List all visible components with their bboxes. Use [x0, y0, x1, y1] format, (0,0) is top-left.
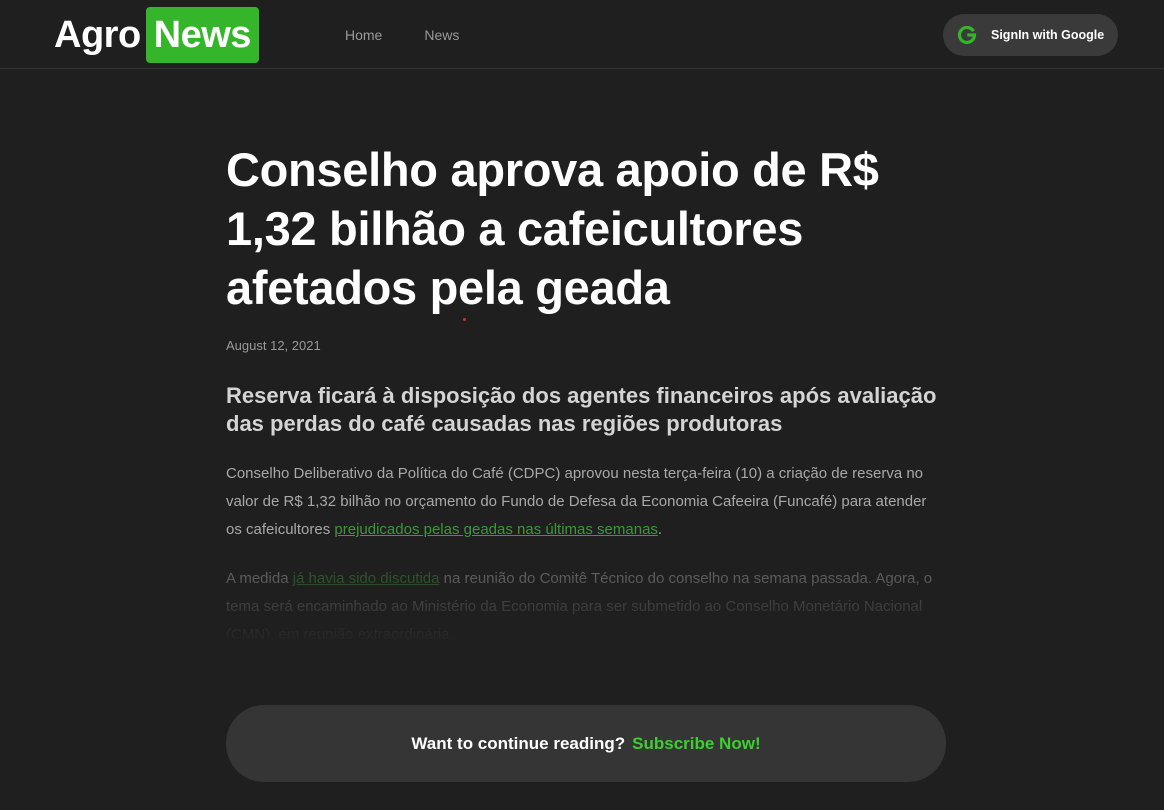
- article-paragraph-faded: A medida já havia sido discutida na reun…: [226, 565, 946, 645]
- paywall-prompt: Want to continue reading?: [411, 733, 626, 753]
- signin-label: SignIn with Google: [991, 28, 1105, 42]
- article-inline-link[interactable]: prejudicados pelas geadas nas últimas se…: [334, 521, 658, 538]
- article-paragraph: Conselho Deliberativo da Política do Caf…: [226, 460, 946, 544]
- nav-home-link[interactable]: Home: [345, 27, 382, 43]
- logo-text-news: News: [145, 7, 259, 63]
- article-subtitle: Reserva ficará à disposição dos agentes …: [226, 383, 937, 436]
- paragraph-text: A medida: [226, 570, 293, 587]
- article-date: August 12, 2021: [226, 338, 321, 353]
- site-header: Agro News Home News SignIn with Google: [0, 0, 1164, 69]
- red-dot-marker: [463, 318, 466, 321]
- subscribe-now-link[interactable]: Subscribe Now!: [632, 734, 760, 754]
- logo-text-agro: Agro: [54, 13, 141, 56]
- paywall-banner: Want to continue reading? Subscribe Now!: [226, 705, 946, 782]
- paragraph-text: .: [657, 521, 663, 538]
- google-g-icon: [956, 24, 978, 46]
- article-title: Conselho aprova apoio de R$ 1,32 bilhão …: [226, 143, 879, 314]
- article-inline-link[interactable]: já havia sido discutida: [293, 570, 440, 587]
- nav-news-link[interactable]: News: [424, 27, 459, 43]
- signin-google-button[interactable]: SignIn with Google: [943, 14, 1118, 56]
- main-nav: Home News: [345, 0, 501, 69]
- site-logo[interactable]: Agro News: [54, 7, 259, 63]
